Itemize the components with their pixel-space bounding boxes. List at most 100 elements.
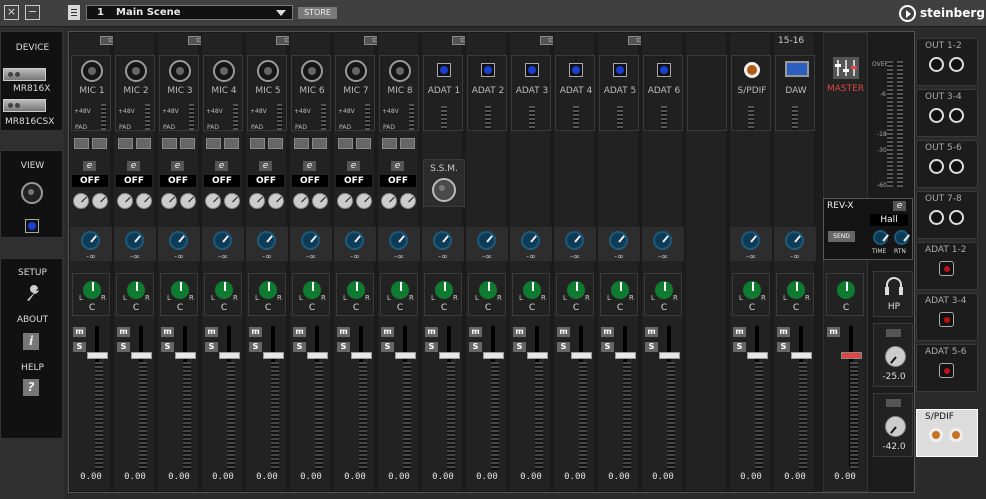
fader-cap[interactable] <box>351 352 372 359</box>
solo-button[interactable]: S <box>645 342 658 352</box>
output-5[interactable]: ADAT 1-2 <box>916 242 978 290</box>
gain-knob[interactable] <box>117 193 133 209</box>
phase-button[interactable] <box>294 138 309 149</box>
hpf-button[interactable] <box>136 138 151 149</box>
solo-button[interactable]: S <box>117 342 130 352</box>
reverb-send-knob[interactable] <box>345 231 364 250</box>
solo-button[interactable]: S <box>161 342 174 352</box>
phase-button[interactable] <box>118 138 133 149</box>
reverb-send-knob[interactable] <box>257 231 276 250</box>
trim-knob[interactable] <box>136 193 152 209</box>
fader-cap[interactable] <box>527 352 548 359</box>
phase-button[interactable] <box>250 138 265 149</box>
reverb-send-knob[interactable] <box>125 231 144 250</box>
reverb-send-knob[interactable] <box>521 231 540 250</box>
fader-cap[interactable] <box>747 352 768 359</box>
pan-knob[interactable] <box>741 279 763 301</box>
mute-button[interactable]: m <box>777 327 790 337</box>
pan-knob[interactable] <box>169 279 191 301</box>
eq-edit-button[interactable]: e <box>215 161 228 171</box>
output-2[interactable]: OUT 3-4 <box>916 89 978 137</box>
output-6[interactable]: ADAT 3-4 <box>916 293 978 341</box>
pan-knob[interactable] <box>477 279 499 301</box>
hpf-button[interactable] <box>356 138 371 149</box>
pan-knob[interactable] <box>609 279 631 301</box>
minimize-window-icon[interactable]: − <box>25 5 40 20</box>
ssm-knob[interactable] <box>432 178 456 202</box>
reverb-send-knob[interactable] <box>433 231 452 250</box>
solo-button[interactable]: S <box>73 342 86 352</box>
mute-button[interactable]: m <box>513 327 526 337</box>
pan-knob[interactable] <box>433 279 455 301</box>
fader-cap[interactable] <box>571 352 592 359</box>
mute-button[interactable]: m <box>645 327 658 337</box>
trim-knob[interactable] <box>180 193 196 209</box>
mute-button[interactable]: m <box>161 327 174 337</box>
phase-button[interactable] <box>206 138 221 149</box>
master-pan-knob[interactable] <box>835 279 857 301</box>
mute-button[interactable]: m <box>381 327 394 337</box>
input-view-icon[interactable] <box>21 182 43 204</box>
solo-button[interactable]: S <box>557 342 570 352</box>
eq-status[interactable]: OFF <box>292 175 328 187</box>
mute-button[interactable]: m <box>249 327 262 337</box>
store-button[interactable]: STORE <box>298 7 337 19</box>
phase-button[interactable] <box>74 138 89 149</box>
pan-knob[interactable] <box>653 279 675 301</box>
reverb-edit-button[interactable]: e <box>893 201 906 211</box>
reverb-send-knob[interactable] <box>477 231 496 250</box>
mute-button[interactable]: m <box>469 327 482 337</box>
reverb-send-knob[interactable] <box>301 231 320 250</box>
mute-button[interactable]: m <box>601 327 614 337</box>
reverb-send-knob[interactable] <box>213 231 232 250</box>
gain-knob[interactable] <box>337 193 353 209</box>
mute-button[interactable]: m <box>733 327 746 337</box>
phase-button[interactable] <box>382 138 397 149</box>
mr816x-device-image[interactable] <box>3 68 46 81</box>
pan-knob[interactable] <box>213 279 235 301</box>
wrench-icon[interactable] <box>24 285 42 303</box>
close-window-icon[interactable]: × <box>4 5 19 20</box>
reverb-send-knob[interactable] <box>609 231 628 250</box>
hp2-volume-knob[interactable] <box>885 416 906 437</box>
eq-edit-button[interactable]: e <box>127 161 140 171</box>
fader-cap[interactable] <box>659 352 680 359</box>
trim-knob[interactable] <box>224 193 240 209</box>
trim-knob[interactable] <box>356 193 372 209</box>
eq-edit-button[interactable]: e <box>303 161 316 171</box>
mr816csx-device-image[interactable] <box>3 99 46 112</box>
solo-button[interactable]: S <box>513 342 526 352</box>
reverb-send-knob[interactable] <box>741 231 760 250</box>
output-3[interactable]: OUT 5-6 <box>916 140 978 188</box>
mr816csx-label[interactable]: MR816CSX <box>5 117 54 127</box>
reverb-send-knob[interactable] <box>785 231 804 250</box>
pan-knob[interactable] <box>521 279 543 301</box>
pan-knob[interactable] <box>301 279 323 301</box>
eq-edit-button[interactable]: e <box>347 161 360 171</box>
master-fader-cap[interactable] <box>841 352 862 359</box>
hpf-button[interactable] <box>224 138 239 149</box>
trim-knob[interactable] <box>400 193 416 209</box>
gain-knob[interactable] <box>73 193 89 209</box>
mute-button[interactable]: m <box>557 327 570 337</box>
solo-button[interactable]: S <box>381 342 394 352</box>
fader-cap[interactable] <box>219 352 240 359</box>
fader-cap[interactable] <box>131 352 152 359</box>
fader-cap[interactable] <box>175 352 196 359</box>
reverb-type[interactable]: Hall <box>870 214 908 226</box>
fader-cap[interactable] <box>87 352 108 359</box>
gain-knob[interactable] <box>161 193 177 209</box>
reverb-send-knob[interactable] <box>653 231 672 250</box>
eq-edit-button[interactable]: e <box>83 161 96 171</box>
fader-cap[interactable] <box>439 352 460 359</box>
trim-knob[interactable] <box>312 193 328 209</box>
eq-status[interactable]: OFF <box>160 175 196 187</box>
scene-list-icon[interactable] <box>68 5 80 20</box>
pan-knob[interactable] <box>125 279 147 301</box>
hpf-button[interactable] <box>92 138 107 149</box>
reverb-send-button[interactable]: SEND <box>828 231 855 242</box>
pan-knob[interactable] <box>565 279 587 301</box>
output-4[interactable]: OUT 7-8 <box>916 191 978 239</box>
mute-button[interactable]: m <box>117 327 130 337</box>
reverb-rtn-knob[interactable] <box>894 230 909 245</box>
